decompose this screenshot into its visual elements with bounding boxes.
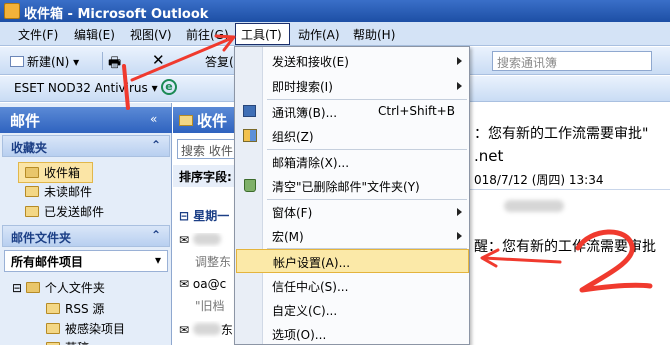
- reply-button[interactable]: 答复(: [205, 53, 234, 70]
- print-icon[interactable]: 🖶: [108, 52, 121, 76]
- message-subject: ：您有新的工作流需要审批": [474, 126, 649, 142]
- title-bar: 收件箱 - Microsoft Outlook: [0, 0, 670, 22]
- new-button[interactable]: 新建(N) ▾: [10, 53, 79, 70]
- favorites-header[interactable]: 收藏夹 ⌃: [2, 135, 170, 157]
- mail-icon: ✉: [179, 323, 190, 337]
- navigation-pane: 邮件 « 收藏夹 ⌃ 收件箱 未读邮件 已发送邮件 邮件文件夹 ⌃ 所有邮件项目 ▾ …: [0, 103, 172, 345]
- window-title: 收件箱 - Microsoft Outlook: [24, 7, 209, 22]
- menu-account-settings[interactable]: 帐户设置(A)...: [236, 249, 469, 273]
- tree-rss[interactable]: RSS 源: [46, 300, 104, 317]
- group-header[interactable]: ⊟ 星期一: [179, 207, 235, 224]
- personal-folders-icon: [25, 282, 40, 293]
- redacted-sender: [192, 233, 221, 245]
- toolbar-separator: [102, 52, 103, 70]
- tree-infected[interactable]: 被感染项目: [46, 320, 125, 337]
- dropdown-arrow-icon: ▾: [154, 253, 161, 267]
- tools-dropdown-menu: 发送和接收(E) 即时搜索(I) 通讯簿(B)... Ctrl+Shift+B …: [234, 46, 470, 345]
- folder-icon: [46, 323, 60, 334]
- menu-options[interactable]: 选项(O)...: [236, 322, 469, 345]
- menu-address-book[interactable]: 通讯簿(B)... Ctrl+Shift+B: [236, 100, 469, 124]
- favorite-sent[interactable]: 已发送邮件: [25, 203, 104, 220]
- collapse-folders-icon[interactable]: ⌃: [151, 228, 161, 242]
- new-mail-icon: [10, 56, 24, 67]
- header-divider: [470, 189, 670, 190]
- message-item[interactable]: ✉: [179, 233, 235, 247]
- message-sender: .net: [474, 147, 504, 165]
- submenu-arrow-icon: [457, 82, 462, 90]
- menu-mailbox-cleanup[interactable]: 邮箱清除(X)...: [236, 150, 469, 174]
- message-list-pane: 收件 搜索 收件 排序字段: ⊟ 星期一 ✉ 调整东 ✉ oa@c "旧档 ✉ …: [173, 103, 235, 345]
- eset-icon[interactable]: e: [161, 79, 177, 95]
- address-book-search-input[interactable]: 搜索通讯簿: [492, 51, 652, 71]
- recycle-bin-icon: [244, 179, 256, 192]
- favorite-unread[interactable]: 未读邮件: [25, 183, 92, 200]
- menu-send-receive[interactable]: 发送和接收(E): [236, 49, 469, 73]
- all-mail-items-dropdown[interactable]: 所有邮件项目 ▾: [4, 250, 168, 272]
- menu-macro[interactable]: 宏(M): [236, 224, 469, 248]
- sent-mail-icon: [25, 206, 39, 217]
- delete-icon[interactable]: ✕: [152, 51, 165, 69]
- sort-by-label[interactable]: 排序字段:: [173, 165, 235, 187]
- mail-icon: ✉: [179, 233, 190, 247]
- menu-tools[interactable]: 工具(T): [241, 26, 282, 43]
- message-date: 018/7/12 (周四) 13:34: [474, 173, 604, 187]
- menu-bar: 文件(F) 编辑(E) 视图(V) 前往(G) 工具(T) 动作(A) 帮助(H…: [0, 22, 670, 46]
- eset-button[interactable]: ESET NOD32 Antivirus ▾: [14, 81, 158, 95]
- outlook-app-icon: [4, 3, 20, 19]
- organize-icon: [243, 129, 257, 142]
- redacted-sender: [192, 323, 221, 335]
- menu-customize[interactable]: 自定义(C)...: [236, 298, 469, 322]
- unread-mail-icon: [25, 186, 39, 197]
- inbox-icon: [25, 167, 39, 178]
- collapse-favorites-icon[interactable]: ⌃: [151, 138, 161, 152]
- menu-empty-deleted[interactable]: 清空"已删除邮件"文件夹(Y): [236, 174, 469, 198]
- menu-file[interactable]: 文件(F): [18, 26, 58, 43]
- menu-go[interactable]: 前往(G): [186, 26, 229, 43]
- menu-edit[interactable]: 编辑(E): [74, 26, 115, 43]
- instant-search-input[interactable]: 搜索 收件: [177, 139, 235, 159]
- redacted-content: [504, 200, 564, 214]
- mail-icon: ✉: [179, 277, 190, 291]
- menu-view[interactable]: 视图(V): [130, 26, 172, 43]
- mail-folders-header[interactable]: 邮件文件夹 ⌃: [2, 225, 170, 247]
- rss-folder-icon: [46, 303, 60, 314]
- message-body: 醒：您有新的工作流需要审批: [474, 239, 656, 255]
- favorite-inbox[interactable]: 收件箱: [18, 162, 94, 183]
- submenu-arrow-icon: [457, 57, 462, 65]
- submenu-arrow-icon: [457, 208, 462, 216]
- menu-help[interactable]: 帮助(H): [353, 26, 395, 43]
- menu-organize[interactable]: 组织(Z): [236, 124, 469, 148]
- address-book-icon: [243, 105, 256, 117]
- menu-trust-center[interactable]: 信任中心(S)...: [236, 274, 469, 298]
- inbox-folder-icon: [179, 115, 193, 126]
- tree-personal-folders[interactable]: ⊟ 个人文件夹: [12, 279, 105, 296]
- menu-instant-search[interactable]: 即时搜索(I): [236, 74, 469, 98]
- menu-actions[interactable]: 动作(A): [298, 26, 340, 43]
- menu-forms[interactable]: 窗体(F): [236, 200, 469, 224]
- tree-drafts[interactable]: 草稿: [46, 339, 89, 345]
- nav-pane-title: 邮件: [0, 107, 172, 133]
- collapse-nav-icon[interactable]: «: [150, 112, 157, 126]
- submenu-arrow-icon: [457, 232, 462, 240]
- message-item[interactable]: ✉ 东: [179, 321, 235, 338]
- message-item[interactable]: ✉ oa@c: [179, 277, 235, 291]
- message-list-title: 收件: [173, 107, 235, 133]
- reading-pane: ：您有新的工作流需要审批" .net 018/7/12 (周四) 13:34 醒…: [470, 103, 670, 345]
